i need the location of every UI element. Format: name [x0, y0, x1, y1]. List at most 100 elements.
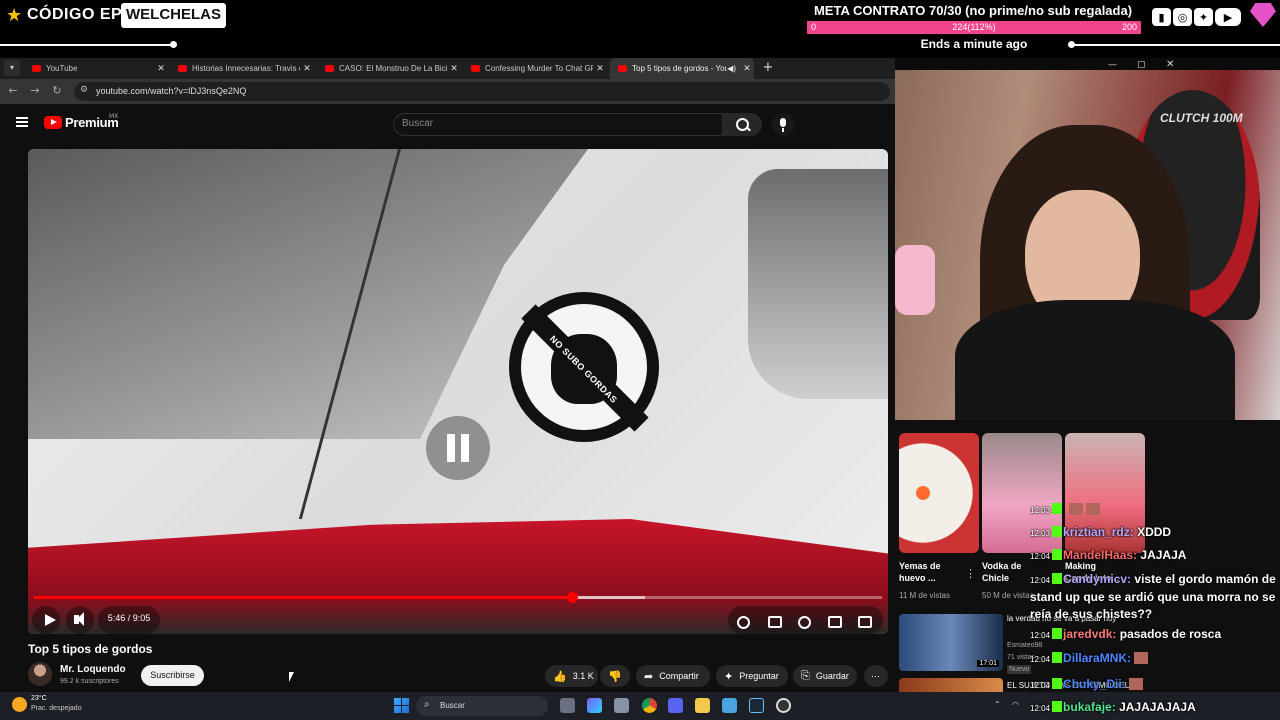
new-badge: Nuevo — [1007, 665, 1032, 674]
ask-label: Preguntar — [739, 671, 779, 681]
ask-button[interactable]: ✦ Preguntar — [716, 665, 788, 687]
thumbs-up-icon: 👍 — [553, 670, 567, 683]
maximize-icon[interactable]: ▢ — [1137, 60, 1146, 70]
tab-search-icon[interactable]: ▾ — [4, 60, 20, 76]
youtube-header: Premium MX Buscar — [0, 104, 895, 144]
more-options-icon[interactable]: ⋮ — [965, 567, 976, 580]
channel-name[interactable]: Mr. Loquendo — [60, 664, 126, 675]
close-tab-icon[interactable]: ✕ — [447, 63, 461, 74]
photos-icon[interactable] — [722, 698, 737, 713]
theater-mode-icon[interactable] — [828, 616, 842, 628]
file-explorer-icon[interactable] — [695, 698, 710, 713]
tab-historias[interactable]: Historias Innecesarias: Travis el ✕ — [170, 58, 314, 79]
subscribe-button[interactable]: Suscribirse — [141, 665, 204, 686]
kick-badge-icon — [1052, 503, 1063, 514]
menu-icon[interactable] — [16, 117, 28, 127]
stream-overlay-header: ★ CÓDIGO EPIC WELCHELAS META CONTRATO 70… — [0, 0, 1280, 58]
video-progress-bar[interactable] — [34, 592, 882, 603]
share-button[interactable]: ➦ Compartir — [636, 665, 710, 687]
play-icon — [45, 614, 56, 626]
discord-icon[interactable] — [668, 698, 683, 713]
weather-temperature[interactable]: 23°C — [31, 695, 47, 702]
video-thumbnail[interactable]: 17:01 — [899, 614, 1003, 671]
close-tab-icon[interactable]: ✕ — [154, 63, 168, 74]
kick-gem-icon — [1250, 3, 1276, 27]
youtube-logo-icon[interactable] — [44, 116, 62, 129]
weather-description[interactable]: Prac. despejado — [31, 705, 82, 712]
overlay-username: WELCHELAS — [121, 3, 226, 28]
chat-time: 12:04 — [1030, 631, 1051, 640]
volume-icon — [74, 612, 84, 626]
volume-button[interactable] — [66, 606, 94, 634]
forward-icon[interactable]: → — [28, 84, 42, 98]
channel-avatar[interactable] — [28, 662, 52, 686]
settings-app-icon[interactable] — [614, 698, 629, 713]
like-count: 3.1 K — [572, 671, 594, 681]
goal-max: 200 — [1121, 22, 1137, 32]
kick-badge-icon — [1052, 573, 1063, 584]
back-icon[interactable]: ← — [6, 84, 20, 98]
task-view-icon[interactable] — [560, 698, 575, 713]
save-button[interactable]: ⎘ Guardar — [793, 665, 857, 687]
subtitles-icon[interactable] — [768, 616, 782, 628]
tray-overflow-icon[interactable]: ⌃ — [994, 700, 1001, 709]
weather-sun-icon[interactable] — [12, 697, 27, 712]
site-info-icon[interactable]: ⚙ — [80, 85, 88, 95]
microphone-icon[interactable] — [772, 113, 795, 136]
like-button[interactable]: 👍 3.1 K — [545, 665, 598, 687]
video-player[interactable]: NO SUBO GORDAS 5:46 / 9:05 — [28, 149, 888, 634]
tab-caso[interactable]: CASO: El Monstruo De La Biciclet ✕ — [317, 58, 461, 79]
chat-text: JAJAJA — [1140, 548, 1187, 562]
short-title[interactable]: Vodka de Chicle — [982, 560, 1030, 584]
goal-min: 0 — [811, 22, 817, 32]
taskbar-search[interactable]: ⌕ Buscar — [416, 696, 548, 716]
dislike-button[interactable]: 👎 — [600, 665, 630, 687]
copilot-icon[interactable] — [587, 698, 602, 713]
tab-title: Historias Innecesarias: Travis el — [192, 64, 300, 73]
close-tab-icon[interactable]: ✕ — [300, 63, 314, 74]
steam-icon[interactable] — [749, 698, 764, 713]
more-actions-button[interactable]: ⋯ — [864, 665, 888, 687]
kick-badge-icon — [1052, 678, 1063, 689]
taskbar-search-label: Buscar — [440, 701, 465, 710]
search-icon: ⌕ — [424, 699, 430, 710]
close-tab-icon[interactable]: ✕ — [593, 63, 607, 74]
settings-icon[interactable] — [798, 616, 811, 629]
start-button-icon[interactable] — [394, 698, 409, 713]
search-input[interactable]: Buscar — [393, 113, 723, 136]
plush-toy — [895, 245, 935, 315]
chat-message: 12:03 kriztian_rdz: XDDD — [1030, 524, 1280, 542]
overlay-divider — [1072, 44, 1280, 46]
reload-icon[interactable]: ↻ — [50, 84, 64, 98]
obs-icon[interactable] — [776, 698, 791, 713]
minimize-icon[interactable]: — — [1108, 60, 1117, 70]
play-button[interactable] — [32, 606, 60, 634]
tab-top5[interactable]: Top 5 tipos de gordos - You ◀) ✕ — [610, 58, 754, 79]
video-duration: 17:01 — [977, 660, 999, 667]
speaker-icon[interactable]: ◀) — [727, 64, 736, 73]
new-tab-button[interactable]: + — [760, 60, 776, 76]
goal-title: META CONTRATO 70/30 (no prime/no sub reg… — [813, 3, 1133, 18]
chat-message: 12:04 jaredvdk: pasados de rosca — [1030, 626, 1280, 644]
pause-icon[interactable] — [426, 416, 490, 480]
chrome-icon[interactable] — [642, 698, 657, 713]
kick-badge-icon — [1052, 549, 1063, 560]
tab-confessing[interactable]: Confessing Murder To Chat GPT ✕ — [463, 58, 607, 79]
fullscreen-icon[interactable] — [858, 616, 872, 628]
youtube-favicon-icon — [325, 65, 334, 72]
short-thumbnail[interactable] — [899, 433, 979, 553]
close-tab-icon[interactable]: ✕ — [740, 63, 754, 74]
time-display: 5:46 / 9:05 — [98, 606, 160, 634]
wifi-icon[interactable]: ◠ — [1012, 700, 1019, 709]
autoplay-toggle-icon[interactable] — [737, 616, 750, 629]
tab-youtube[interactable]: YouTube ✕ — [24, 58, 168, 79]
search-icon[interactable] — [722, 113, 762, 136]
chat-text: XDDD — [1137, 525, 1172, 539]
address-bar[interactable]: ⚙ youtube.com/watch?v=lDJ3nsQe2NQ — [74, 82, 890, 101]
close-window-icon[interactable]: ✕ — [1166, 59, 1174, 70]
goal-ends: Ends a minute ago — [920, 37, 1028, 51]
short-title[interactable]: Yemas de huevo ... — [899, 560, 963, 584]
video-thumbnail[interactable] — [899, 678, 1003, 692]
sparkle-icon: ✦ — [724, 670, 734, 683]
kick-badge-icon — [1052, 526, 1063, 537]
